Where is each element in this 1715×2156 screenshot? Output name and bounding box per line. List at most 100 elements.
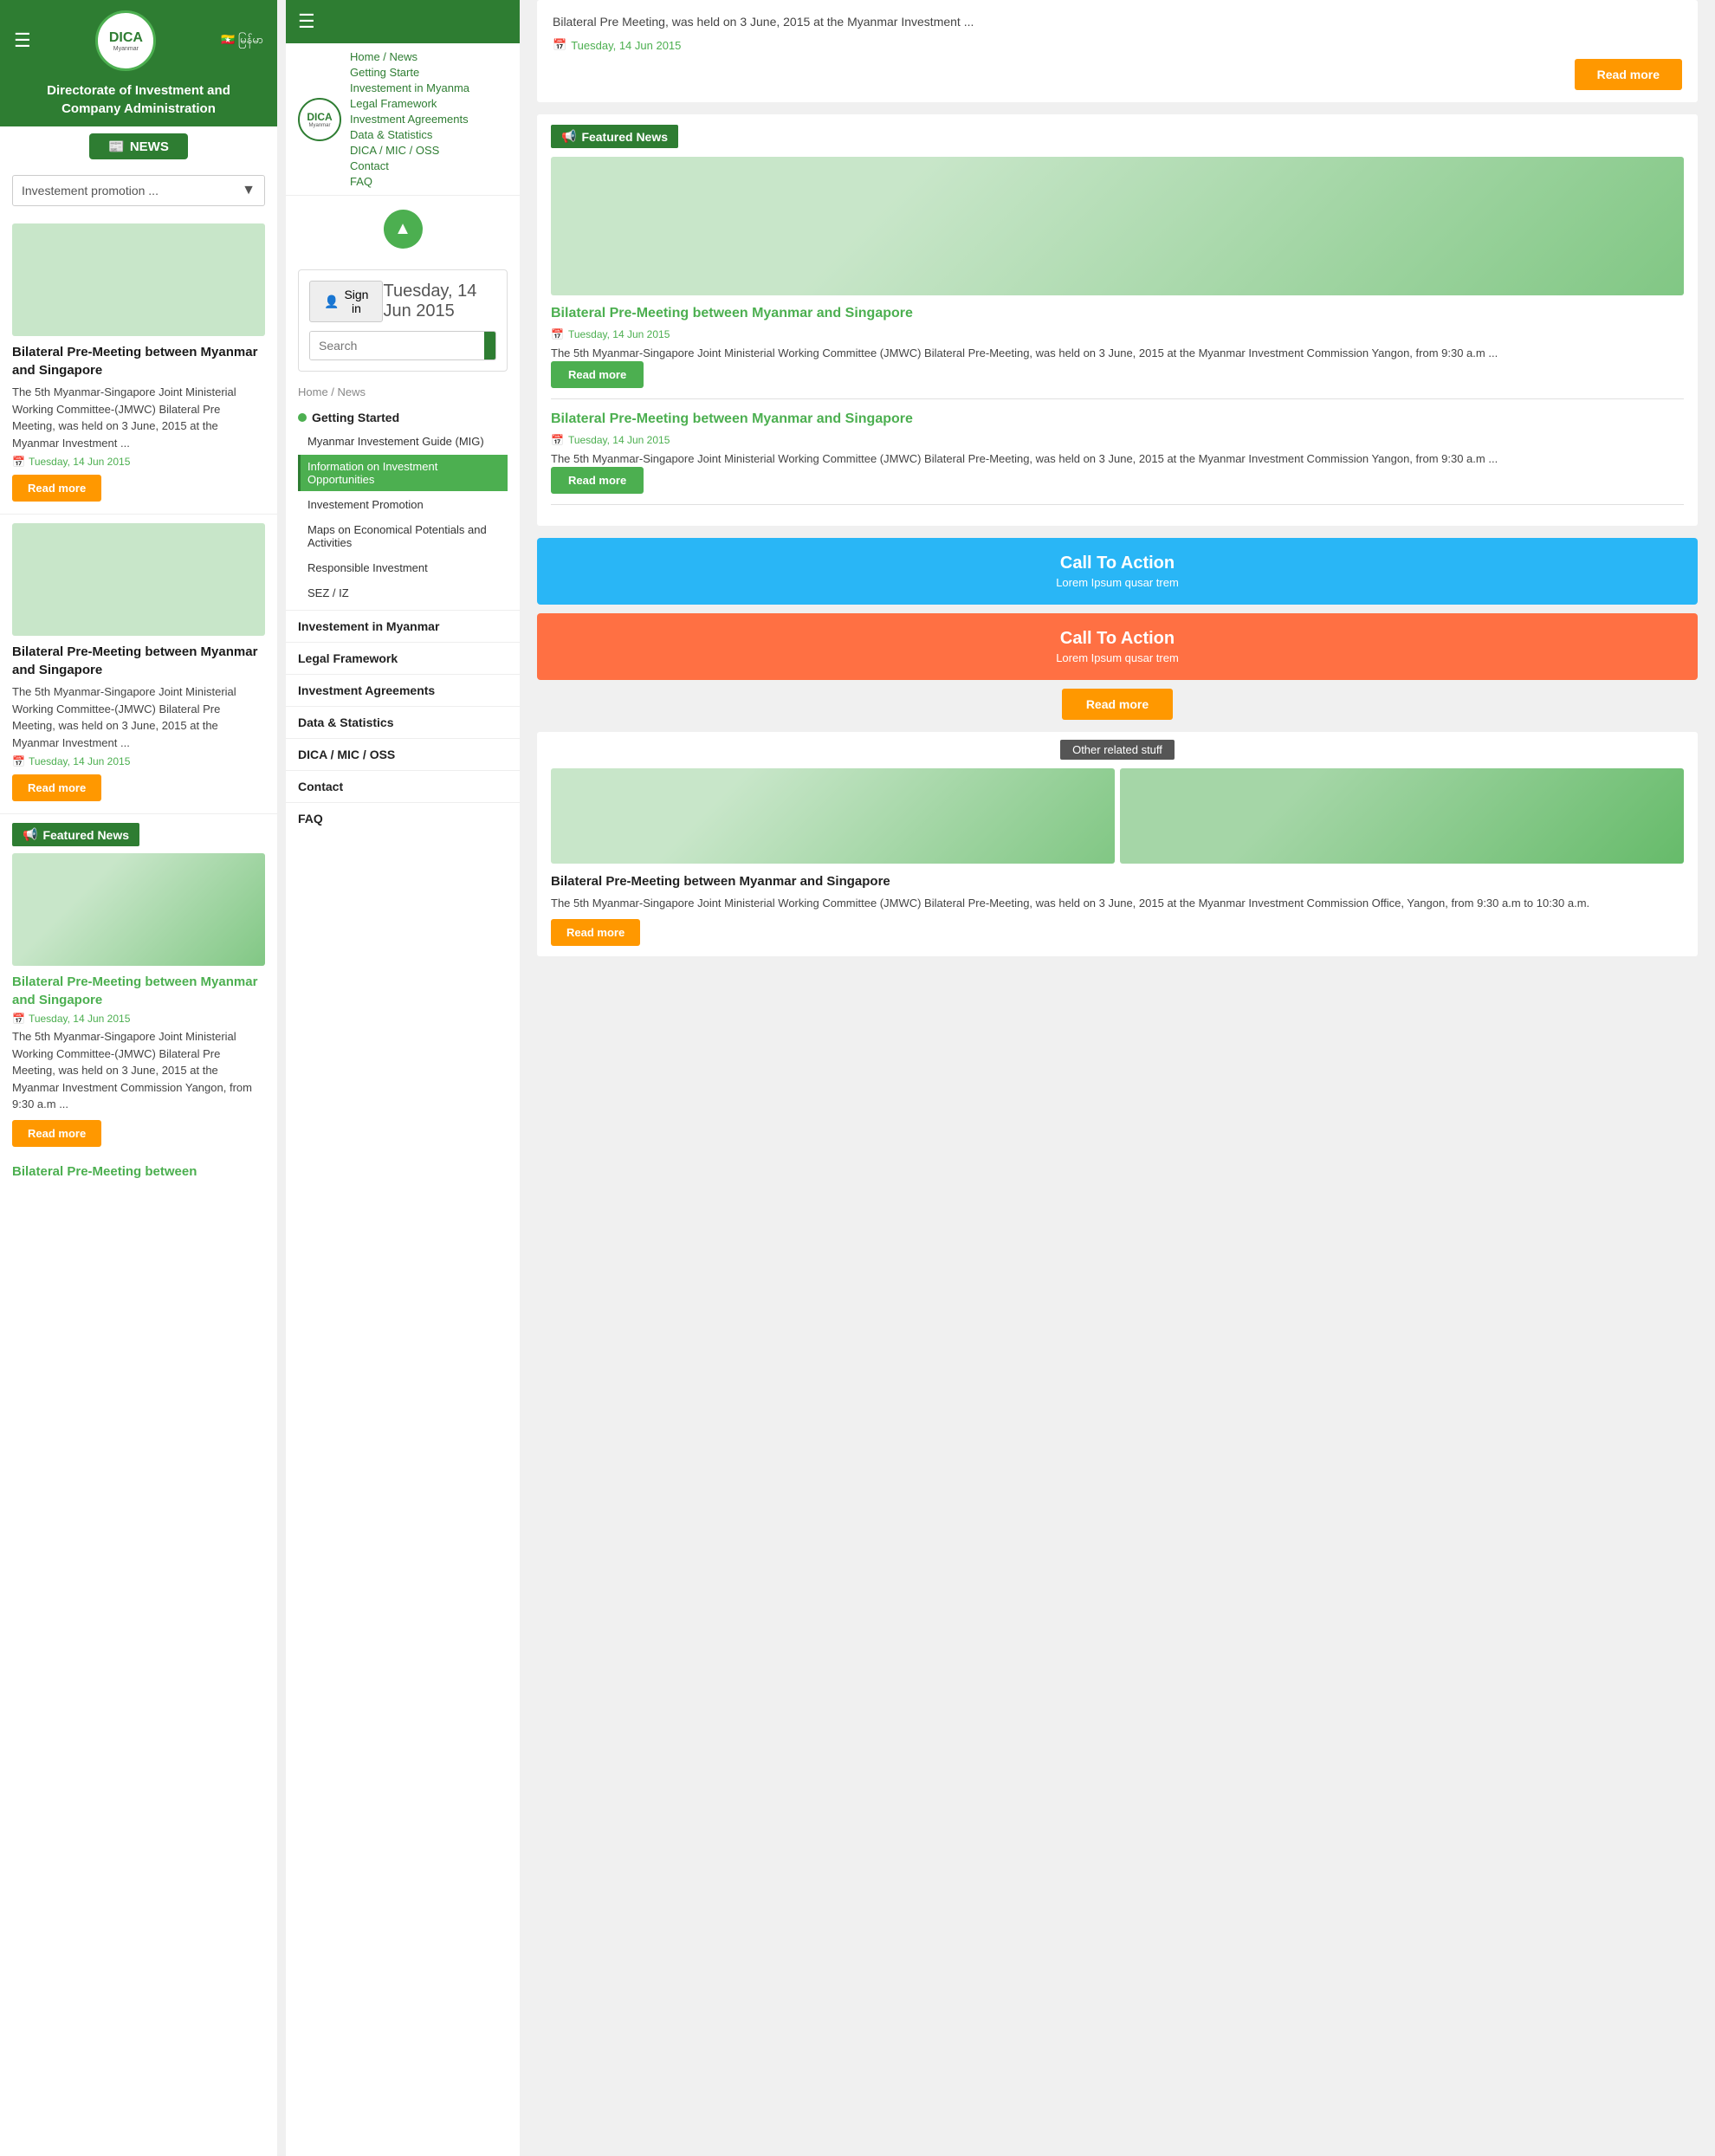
logo-area: DICA Myanmar — [95, 10, 156, 71]
right-news-card-1-date: 📅 Tuesday, 14 Jun 2015 — [551, 328, 1684, 340]
other-related-image-1 — [551, 768, 1115, 864]
search-button[interactable]: 🔍 — [484, 332, 496, 359]
calendar-icon-top: 📅 — [553, 38, 566, 52]
nav-links: Home / News Getting Starte Investement i… — [350, 50, 469, 188]
featured-news-left-date: 📅 Tuesday, 14 Jun 2015 — [12, 1013, 265, 1025]
top-article: Bilateral Pre Meeting, was held on 3 Jun… — [537, 0, 1698, 102]
news-card-2-date: 📅 Tuesday, 14 Jun 2015 — [12, 755, 265, 767]
cta-blue[interactable]: Call To Action Lorem Ipsum qusar trem — [537, 538, 1698, 605]
featured-news-left-body: The 5th Myanmar-Singapore Joint Minister… — [12, 1028, 265, 1113]
nav-main-item-3[interactable]: Data & Statistics — [286, 706, 520, 738]
calendar-icon-1: 📅 — [12, 456, 25, 468]
right-news-card-1-read-more[interactable]: Read more — [551, 361, 644, 388]
right-news-card-2-date: 📅 Tuesday, 14 Jun 2015 — [551, 434, 1684, 446]
nav-link-home[interactable]: Home / News — [350, 50, 469, 63]
search-input[interactable] — [310, 332, 484, 359]
sub-nav-item-2[interactable]: Investement Promotion — [298, 493, 508, 516]
megaphone-icon-left: 📢 — [23, 827, 37, 842]
other-related-title: Bilateral Pre-Meeting between Myanmar an… — [551, 872, 1684, 890]
cta-blue-title: Call To Action — [553, 554, 1682, 573]
news-card-1-read-more[interactable]: Read more — [12, 475, 101, 502]
featured-news-badge-left: 📢 Featured News — [12, 823, 139, 846]
news-card-2-image — [12, 523, 265, 636]
hamburger-icon-nav[interactable]: ☰ — [298, 10, 315, 33]
nav-main-item-0[interactable]: Investement in Myanmar — [286, 610, 520, 642]
sub-nav-item-0[interactable]: Myanmar Investement Guide (MIG) — [298, 430, 508, 453]
news-card-1-body: The 5th Myanmar-Singapore Joint Minister… — [12, 384, 265, 451]
right-news-card-1: Bilateral Pre-Meeting between Myanmar an… — [551, 304, 1684, 399]
cta-orange[interactable]: Call To Action Lorem Ipsum qusar trem — [537, 613, 1698, 680]
featured-news-right-image — [551, 157, 1684, 295]
news-card-1: Bilateral Pre-Meeting between Myanmar an… — [0, 215, 277, 515]
signin-button[interactable]: 👤 Sign in — [309, 281, 383, 322]
featured-news-left-read-more[interactable]: Read more — [12, 1120, 101, 1147]
top-article-body: Bilateral Pre Meeting, was held on 3 Jun… — [553, 12, 1682, 31]
nav-logo-circle: DICA Myanmar — [298, 98, 341, 141]
other-related-read-more[interactable]: Read more — [551, 919, 640, 946]
calendar-icon-2: 📅 — [12, 755, 25, 767]
logo-text: DICA Myanmar — [109, 30, 143, 52]
news-card-2-title: Bilateral Pre-Meeting between Myanmar an… — [12, 643, 265, 679]
sub-nav-item-5[interactable]: SEZ / IZ — [298, 581, 508, 605]
news-card-2-read-more[interactable]: Read more — [12, 774, 101, 801]
news-card-1-image — [12, 223, 265, 336]
nav-link-contact[interactable]: Contact — [350, 159, 469, 172]
getting-started-title: Getting Started — [298, 404, 508, 428]
top-article-read-more[interactable]: Read more — [1575, 59, 1682, 90]
news-card-2: Bilateral Pre-Meeting between Myanmar an… — [0, 515, 277, 814]
cta-blue-subtitle: Lorem Ipsum qusar trem — [553, 576, 1682, 589]
calendar-icon-rn2: 📅 — [551, 434, 564, 446]
signin-row: 👤 Sign in Tuesday, 14 Jun 2015 — [309, 281, 496, 322]
left-header: ☰ DICA Myanmar 🇲🇲 မြန်မာ — [0, 0, 277, 81]
nav-link-dica[interactable]: DICA / MIC / OSS — [350, 144, 469, 157]
scroll-up-button[interactable]: ▲ — [384, 210, 423, 249]
read-more-center-button[interactable]: Read more — [1062, 689, 1173, 720]
nav-link-legal[interactable]: Legal Framework — [350, 97, 469, 110]
news-card-2-body: The 5th Myanmar-Singapore Joint Minister… — [12, 683, 265, 751]
right-panel: Bilateral Pre Meeting, was held on 3 Jun… — [520, 0, 1715, 2156]
nav-link-data[interactable]: Data & Statistics — [350, 128, 469, 141]
scroll-up-area: ▲ — [286, 196, 520, 262]
right-news-card-2-title: Bilateral Pre-Meeting between Myanmar an… — [551, 410, 1684, 429]
dropdown-area: Investement promotion ... ▼ — [0, 166, 277, 215]
featured-news-right: 📢 Featured News Bilateral Pre-Meeting be… — [537, 114, 1698, 526]
sub-nav-item-4[interactable]: Responsible Investment — [298, 556, 508, 579]
nav-main-item-4[interactable]: DICA / MIC / OSS — [286, 738, 520, 770]
news-card-1-title: Bilateral Pre-Meeting between Myanmar an… — [12, 343, 265, 379]
logo-circle: DICA Myanmar — [95, 10, 156, 71]
hamburger-icon[interactable]: ☰ — [14, 29, 31, 52]
nav-main-item-2[interactable]: Investment Agreements — [286, 674, 520, 706]
nav-main-item-5[interactable]: Contact — [286, 770, 520, 802]
language-flag[interactable]: 🇲🇲 မြန်မာ — [221, 33, 263, 49]
org-title: DICA - Directorate of Investment and Com… — [0, 81, 277, 126]
news-badge-area: 📰 NEWS — [0, 126, 277, 166]
sub-nav-item-1[interactable]: Information on Investment Opportunities — [298, 455, 508, 491]
nav-link-agreements[interactable]: Investment Agreements — [350, 113, 469, 126]
nav-link-faq[interactable]: FAQ — [350, 175, 469, 188]
right-news-card-1-body: The 5th Myanmar-Singapore Joint Minister… — [551, 345, 1684, 362]
nav-main-item-1[interactable]: Legal Framework — [286, 642, 520, 674]
news-badge: 📰 NEWS — [89, 133, 188, 159]
right-news-card-2-body: The 5th Myanmar-Singapore Joint Minister… — [551, 450, 1684, 468]
sub-nav-item-3[interactable]: Maps on Economical Potentials and Activi… — [298, 518, 508, 554]
nav-link-investment[interactable]: Investement in Myanma — [350, 81, 469, 94]
right-news-card-2-read-more[interactable]: Read more — [551, 467, 644, 494]
search-row: 🔍 — [309, 331, 496, 360]
featured-news-left-image — [12, 853, 265, 966]
right-news-card-1-title: Bilateral Pre-Meeting between Myanmar an… — [551, 304, 1684, 323]
chevron-down-icon: ▼ — [242, 183, 256, 198]
close-icon[interactable]: Tuesday, 14 Jun 2015 — [383, 282, 496, 321]
calendar-icon-featured: 📅 — [12, 1013, 25, 1025]
cta-orange-title: Call To Action — [553, 629, 1682, 649]
right-news-card-2: Bilateral Pre-Meeting between Myanmar an… — [551, 410, 1684, 505]
nav-link-getting-started[interactable]: Getting Starte — [350, 66, 469, 79]
nav-getting-started-section: Getting Started Myanmar Investement Guid… — [286, 400, 520, 610]
featured-news-right-badge: 📢 Featured News — [551, 125, 678, 148]
middle-panel: ☰ DICA Myanmar Home / News Getting Start… — [286, 0, 520, 2156]
featured-news-left: 📢 Featured News Bilateral Pre-Meeting be… — [0, 814, 277, 1156]
other-related-images — [551, 768, 1684, 864]
category-dropdown[interactable]: Investement promotion ... ▼ — [12, 175, 265, 206]
bilateral-heading-left: Bilateral Pre-Meeting between — [0, 1156, 277, 1182]
nav-main-item-6[interactable]: FAQ — [286, 802, 520, 834]
megaphone-icon-right: 📢 — [561, 129, 576, 144]
